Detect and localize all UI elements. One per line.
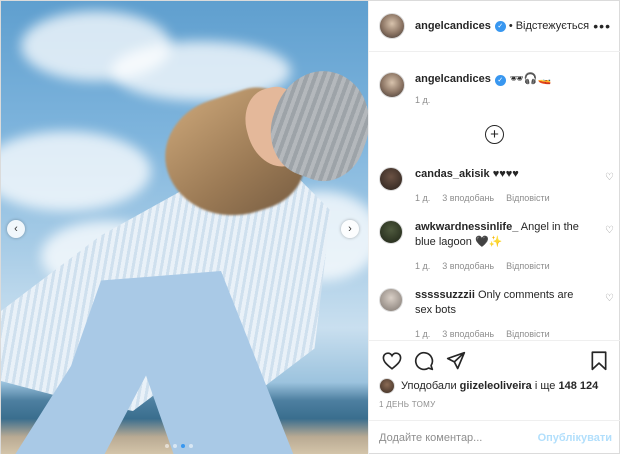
instagram-post-modal: ‹ › angelcandices ✓ • Відстежується ••• … bbox=[0, 0, 620, 454]
cloud bbox=[1, 131, 151, 211]
post-date: 1 ДЕНЬ ТОМУ bbox=[379, 400, 436, 409]
carousel-dot[interactable] bbox=[181, 444, 185, 448]
comment-time: 1 д. bbox=[415, 193, 431, 203]
post-photo[interactable]: ‹ › bbox=[1, 1, 368, 454]
comment-likes[interactable]: 3 вподобань bbox=[442, 191, 494, 206]
heart-outline-icon[interactable]: ♡ bbox=[605, 293, 614, 304]
header-separator: • bbox=[508, 20, 513, 32]
heart-outline-icon[interactable]: ♡ bbox=[605, 172, 614, 183]
follow-status-button[interactable]: Відстежується bbox=[516, 20, 589, 32]
bookmark-icon[interactable] bbox=[586, 348, 612, 374]
carousel-dots bbox=[165, 444, 193, 448]
verified-badge-icon: ✓ bbox=[494, 74, 506, 86]
reply-button[interactable]: Відповісти bbox=[506, 259, 550, 274]
chevron-right-icon[interactable]: › bbox=[341, 220, 359, 238]
chevron-left-icon[interactable]: ‹ bbox=[7, 220, 25, 238]
comment-icon[interactable] bbox=[411, 348, 437, 374]
load-more-comments-icon[interactable]: + bbox=[485, 125, 504, 144]
liker-username[interactable]: giizeleoliveira bbox=[460, 380, 532, 392]
comment-username[interactable]: sssssuzzzii bbox=[415, 289, 475, 301]
comment: sssssuzzzii Only comments are sex bots 1… bbox=[379, 288, 614, 342]
likes-count[interactable]: 148 124 bbox=[558, 380, 598, 392]
publish-button[interactable]: Опублікувати bbox=[538, 432, 612, 444]
caption-username[interactable]: angelcandices bbox=[415, 73, 491, 85]
comment-avatar[interactable] bbox=[379, 167, 403, 191]
comment-avatar[interactable] bbox=[379, 220, 403, 244]
share-icon[interactable] bbox=[443, 348, 469, 374]
reply-button[interactable]: Відповісти bbox=[506, 191, 550, 206]
caption-avatar[interactable] bbox=[379, 72, 405, 98]
more-options-icon[interactable]: ••• bbox=[593, 18, 611, 34]
caption-text: 🕶🎧🚤 bbox=[509, 73, 552, 85]
comment-username[interactable]: candas_akisik bbox=[415, 168, 490, 180]
author-avatar[interactable] bbox=[379, 13, 405, 39]
post-actions-bar bbox=[369, 340, 620, 380]
comment-avatar[interactable] bbox=[379, 288, 403, 312]
caption-time: 1 д. bbox=[415, 94, 431, 105]
comment-username[interactable]: awkwardnessinlife_ bbox=[415, 221, 518, 233]
verified-badge-icon: ✓ bbox=[494, 20, 506, 32]
comment-likes[interactable]: 3 вподобань bbox=[442, 259, 494, 274]
heart-outline-icon[interactable]: ♡ bbox=[605, 225, 614, 236]
comment-time: 1 д. bbox=[415, 261, 431, 271]
likes-summary: Уподобали giizeleoliveira і ще 148 124 bbox=[379, 378, 598, 394]
comment-composer: Опублікувати bbox=[369, 420, 620, 454]
likes-suffix: і ще bbox=[534, 380, 556, 392]
comment-text: ♥♥♥♥ bbox=[492, 168, 519, 180]
post-header: angelcandices ✓ • Відстежується ••• bbox=[369, 1, 620, 52]
liker-avatar[interactable] bbox=[379, 378, 395, 394]
heart-icon[interactable] bbox=[379, 348, 405, 374]
comment: awkwardnessinlife_ Angel in the blue lag… bbox=[379, 220, 614, 274]
post-side-panel: angelcandices ✓ • Відстежується ••• ange… bbox=[368, 1, 620, 454]
comment: candas_akisik ♥♥♥♥ 1 д. 3 вподобань Відп… bbox=[379, 167, 614, 206]
carousel-dot[interactable] bbox=[165, 444, 169, 448]
carousel-dot[interactable] bbox=[189, 444, 193, 448]
likes-prefix: Уподобали bbox=[401, 380, 457, 392]
comment-input[interactable] bbox=[379, 432, 538, 444]
carousel-dot[interactable] bbox=[173, 444, 177, 448]
author-username[interactable]: angelcandices bbox=[415, 20, 491, 32]
